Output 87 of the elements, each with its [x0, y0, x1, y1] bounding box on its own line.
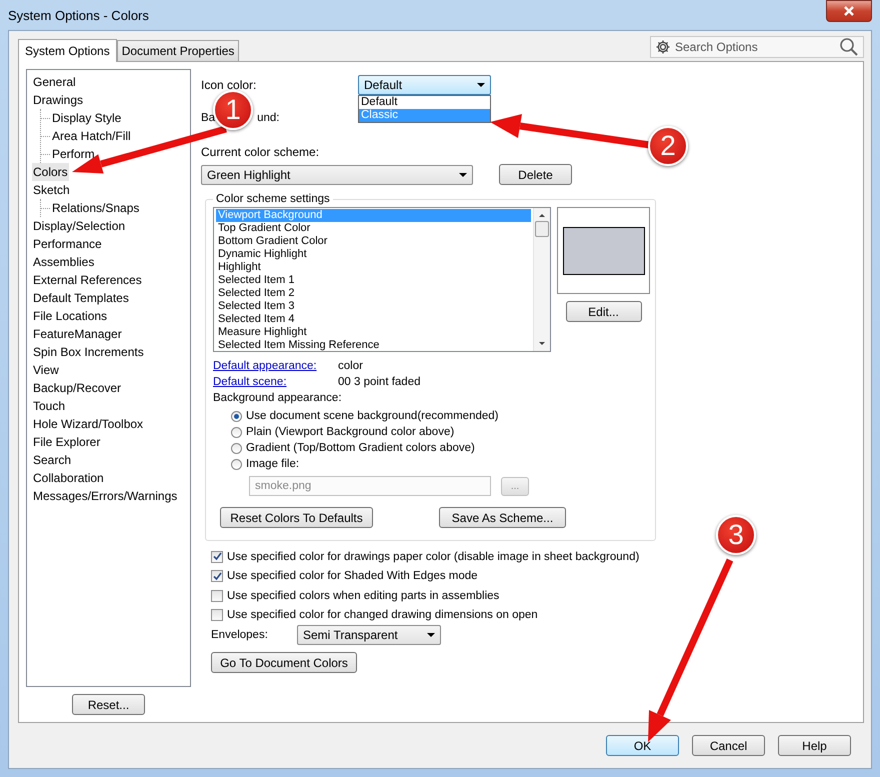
tree-item[interactable]: Touch — [32, 397, 66, 415]
tree-item[interactable]: Collaboration — [32, 469, 105, 487]
list-item[interactable]: Bottom Gradient Color — [216, 235, 531, 248]
window-title: System Options - Colors — [8, 8, 149, 22]
scroll-down-icon[interactable] — [538, 340, 546, 348]
color-scheme-label: Current color scheme: — [201, 145, 320, 159]
list-item[interactable]: Selected Item 1 — [216, 274, 531, 287]
tree-item[interactable]: Search — [32, 451, 72, 469]
checkbox-label: Use specified color for changed drawing dimensions on open — [227, 609, 538, 622]
checkbox-label: Use specified color for drawings paper color (disable image in sheet background) — [227, 550, 640, 563]
tab[interactable]: Document Properties — [116, 40, 240, 61]
tree-item[interactable]: Messages/Errors/Warnings — [32, 487, 178, 505]
radio-label: Image file: — [246, 458, 300, 470]
list-item[interactable]: Highlight — [216, 261, 531, 274]
search-icon[interactable] — [839, 37, 859, 57]
tree-item[interactable]: View — [32, 361, 60, 379]
checkbox[interactable] — [211, 570, 223, 582]
tree-item[interactable]: General — [32, 73, 77, 91]
radio-label: Use document scene background(recommended) — [246, 410, 498, 422]
tree-item[interactable]: FeatureManager — [32, 325, 123, 343]
radio-button[interactable] — [231, 458, 242, 470]
radio-button[interactable] — [231, 426, 242, 438]
list-item[interactable]: Top Gradient Color — [216, 222, 531, 235]
tree-item[interactable]: Sketch — [32, 181, 71, 199]
tree-item[interactable]: Spin Box Increments — [32, 343, 145, 361]
checkbox[interactable] — [211, 590, 223, 602]
document-colors-button[interactable]: Go To Document Colors — [211, 652, 357, 673]
tree-item[interactable]: Colors — [32, 163, 69, 181]
radio-label: Gradient (Top/Bottom Gradient colors above) — [246, 442, 475, 454]
close-button[interactable] — [826, 0, 872, 22]
tree-item[interactable]: Backup/Recover — [32, 379, 122, 397]
icon-color-label: Icon color: — [201, 78, 258, 92]
envelopes-dropdown[interactable]: Semi Transparent — [297, 625, 441, 645]
background-appearance-label: Background appearance: — [213, 392, 343, 406]
envelopes-label: Envelopes: — [211, 629, 269, 641]
tree-item[interactable]: Default Templates — [32, 289, 130, 307]
appearance-value: color — [338, 360, 363, 372]
background-label-fragment: Ba — [201, 112, 216, 124]
background-label-fragment: und: — [257, 112, 280, 124]
scrollbar[interactable] — [533, 208, 550, 351]
tree-item[interactable]: Hole Wizard/Toolbox — [32, 415, 144, 433]
tree-item[interactable]: File Explorer — [32, 433, 102, 451]
search-input[interactable]: Search Options — [675, 40, 835, 54]
tab[interactable]: System Options — [18, 39, 117, 62]
tree-item[interactable]: Display/Selection — [32, 217, 126, 235]
color-scheme-dropdown[interactable]: Green Highlight — [201, 164, 473, 184]
checkbox[interactable] — [211, 550, 223, 563]
save-scheme-button[interactable]: Save As Scheme... — [439, 507, 566, 528]
edit-button[interactable]: Edit... — [566, 301, 642, 322]
icon-color-dropdown[interactable]: Default — [358, 75, 491, 95]
dialog-button[interactable]: Help — [778, 735, 851, 756]
dialog-button[interactable]: Cancel — [692, 735, 765, 756]
list-item[interactable]: Selected Item 2 — [216, 287, 531, 300]
tree-item[interactable]: Perform — [51, 145, 96, 163]
list-item[interactable]: Dynamic Highlight — [216, 248, 531, 261]
radio-button[interactable] — [231, 410, 242, 422]
close-icon — [844, 6, 854, 16]
dropdown-option[interactable]: Default — [359, 96, 490, 109]
reset-colors-button[interactable]: Reset Colors To Defaults — [220, 507, 373, 528]
tree-item[interactable]: File Locations — [32, 307, 108, 325]
scene-value: 00 3 point faded — [338, 376, 420, 388]
tree-item[interactable]: Relations/Snaps — [51, 199, 140, 217]
checkbox-label: Use specified colors when editing parts in assemblies — [227, 590, 500, 602]
gear-icon — [655, 39, 671, 55]
tree-item[interactable]: Display Style — [51, 109, 122, 127]
tree-item[interactable]: Performance — [32, 235, 103, 253]
delete-button[interactable]: Delete — [499, 164, 572, 185]
checkbox-label: Use specified color for Shaded With Edges mode — [227, 570, 478, 582]
dialog-button[interactable]: OK — [606, 735, 679, 756]
group-title: Color scheme settings — [215, 193, 331, 205]
checkbox[interactable] — [211, 609, 223, 622]
list-item[interactable]: Selected Item Missing Reference — [216, 339, 531, 351]
radio-label: Plain (Viewport Background color above) — [246, 426, 454, 438]
tree-item[interactable]: External References — [32, 271, 143, 289]
search-field[interactable]: Search Options — [650, 36, 864, 58]
list-item[interactable]: Selected Item 4 — [216, 313, 531, 326]
default-scene-link[interactable]: Default scene: — [213, 376, 338, 388]
default-appearance-link[interactable]: Default appearance: — [213, 360, 338, 372]
reset-button[interactable]: Reset... — [72, 694, 145, 715]
scroll-up-icon[interactable] — [538, 211, 546, 219]
tree-item[interactable]: Assemblies — [32, 253, 96, 271]
radio-button[interactable] — [231, 442, 242, 454]
list-item[interactable]: Measure Highlight — [216, 326, 531, 339]
tree-item[interactable]: Area Hatch/Fill — [51, 127, 132, 145]
list-item[interactable]: Selected Item 3 — [216, 300, 531, 313]
scroll-thumb[interactable] — [535, 221, 549, 237]
tree-item[interactable]: Drawings — [32, 91, 84, 109]
